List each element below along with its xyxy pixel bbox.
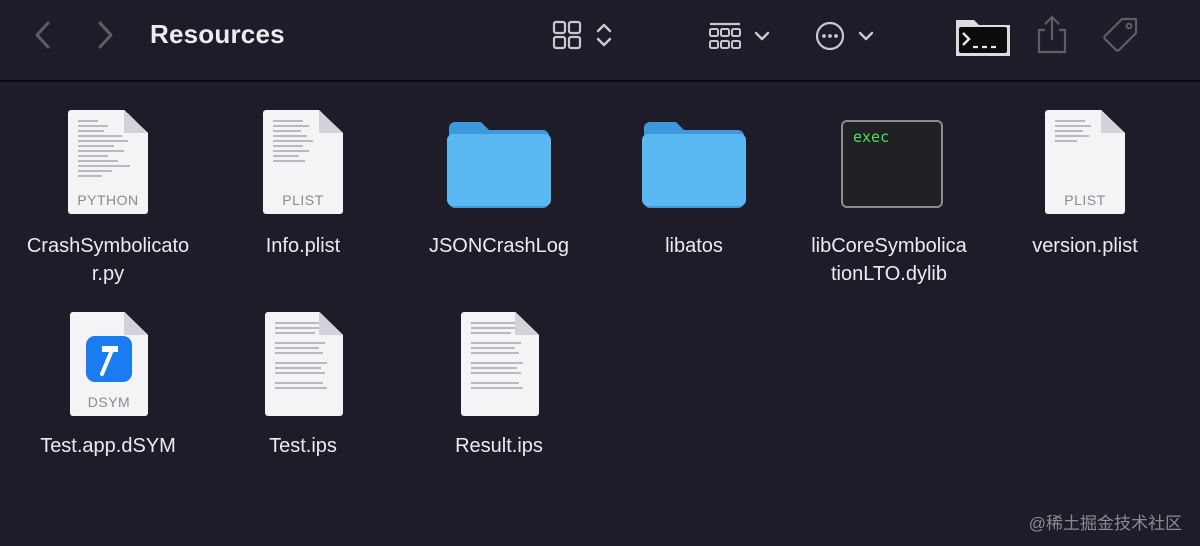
toolbar: Resources <box>0 0 1200 82</box>
chevron-right-icon <box>98 21 113 49</box>
file-type-badge: PLIST <box>282 192 324 208</box>
watermark: @稀土掘金技术社区 <box>1028 514 1182 533</box>
view-mode-button[interactable] <box>548 16 620 56</box>
folder-icon <box>401 104 597 224</box>
tag-icon <box>1103 17 1138 52</box>
text-document-icon <box>205 306 401 426</box>
file-name: Test.app.dSYM <box>40 435 176 457</box>
share-icon <box>1037 15 1067 54</box>
group-by-button[interactable] <box>704 16 776 56</box>
back-button[interactable] <box>26 18 60 52</box>
chevron-left-icon <box>35 21 50 49</box>
file-type-badge: PLIST <box>1064 192 1106 208</box>
window-title: Resources <box>150 19 285 49</box>
file-name: version.plist <box>1032 235 1138 257</box>
more-actions-button[interactable] <box>810 16 878 56</box>
share-button[interactable] <box>1032 12 1072 58</box>
terminal-folder-icon <box>956 20 1010 56</box>
plist-document-icon: PLIST <box>205 104 401 224</box>
group-by-icon <box>709 22 770 49</box>
file-name: libCoreSymbolica tionLTO.dylib <box>811 235 967 285</box>
tag-button[interactable] <box>1100 14 1142 56</box>
file-name: Result.ips <box>455 435 543 457</box>
open-terminal-button[interactable] <box>952 12 1014 60</box>
file-name: Test.ips <box>269 435 337 457</box>
file-name: JSONCrashLog <box>428 235 570 257</box>
exec-label: exec <box>853 128 890 146</box>
unix-executable-icon: exec <box>791 104 987 224</box>
python-document-icon: PYTHON <box>10 104 206 224</box>
folder-icon <box>596 104 792 224</box>
plist-document-icon: PLIST <box>987 104 1183 224</box>
file-name: libatos <box>665 235 723 257</box>
hammer-icon <box>86 336 132 382</box>
file-name: CrashSymbolicato r.py <box>26 235 190 285</box>
grid-view-icon <box>552 20 612 50</box>
file-type-badge: PYTHON <box>77 192 139 208</box>
ellipsis-circle-icon <box>815 21 874 51</box>
file-type-badge: DSYM <box>87 394 131 410</box>
forward-button[interactable] <box>88 18 122 52</box>
dsym-document-icon: DSYM <box>10 306 206 426</box>
file-name: Info.plist <box>265 235 341 257</box>
text-document-icon <box>401 306 597 426</box>
